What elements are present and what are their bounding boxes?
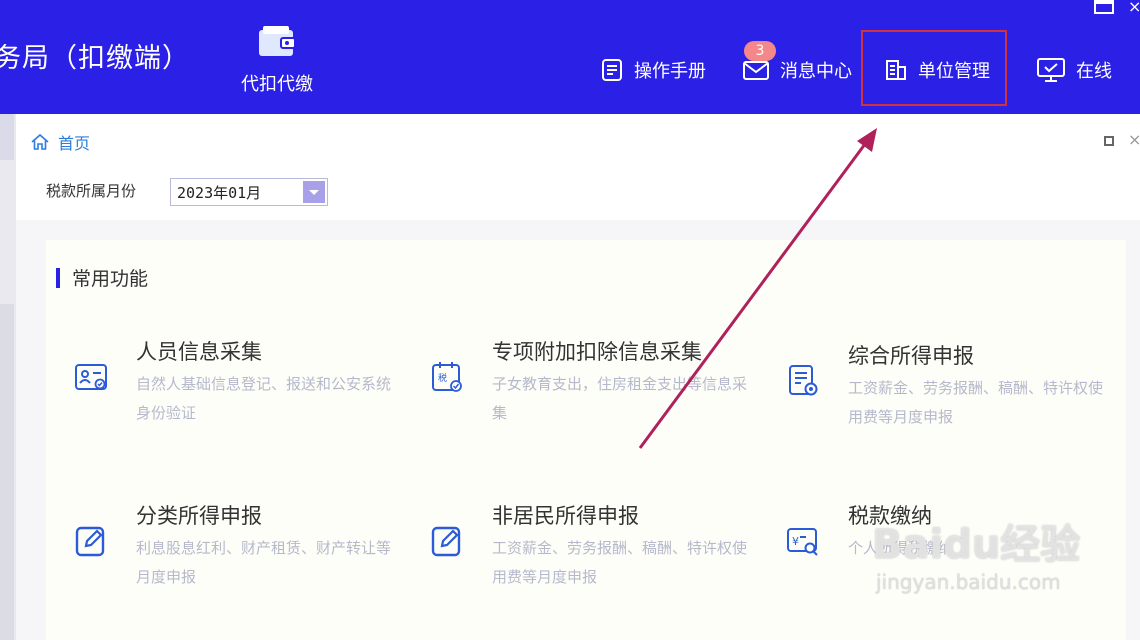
- document-check-icon: [789, 365, 818, 396]
- tab-home-label: 首页: [58, 134, 91, 153]
- card-desc: 工资薪金、劳务报酬、稿酬、特许权使用费等月度申报: [492, 539, 748, 586]
- manual-icon: [602, 59, 622, 81]
- left-strip-top: [0, 114, 14, 160]
- message-count-badge: 3: [744, 41, 776, 61]
- card-desc: 利息股息红利、财产租赁、财产转让等月度申报: [136, 539, 392, 586]
- tab-bar: 首页 ×: [16, 114, 1140, 170]
- tab-close-button[interactable]: ×: [1128, 130, 1140, 149]
- chevron-down-icon[interactable]: [303, 181, 325, 203]
- nav-manual-label: 操作手册: [634, 61, 706, 82]
- month-filter-row: 税款所属月份 2023年01月: [16, 170, 1140, 220]
- app-title: 务局（扣缴端）: [0, 43, 190, 74]
- card-title: 专项附加扣除信息采集: [492, 340, 702, 364]
- section-accent-bar: [56, 267, 60, 288]
- card-personnel-info[interactable]: 人员信息采集 自然人基础信息登记、报送和公安系统身份验证: [74, 336, 414, 436]
- nav-online-label: 在线: [1076, 61, 1112, 82]
- card-desc: 自然人基础信息登记、报送和公安系统身份验证: [136, 375, 392, 422]
- yuan-search-icon: ¥: [787, 528, 818, 556]
- section-title: 常用功能: [56, 264, 148, 291]
- card-title: 综合所得申报: [848, 344, 974, 368]
- person-id-icon: [75, 364, 107, 390]
- card-desc: 工资薪金、劳务报酬、稿酬、特许权使用费等月度申报: [848, 379, 1104, 426]
- agent-withholding-label: 代扣代缴: [241, 74, 313, 95]
- nav-message-label: 消息中心: [780, 61, 852, 82]
- watermark-main: Baidu经验: [872, 522, 1081, 568]
- tab-home[interactable]: 首页: [30, 130, 90, 154]
- app-header: 务局（扣缴端） 代扣代缴 操作手册 消息中心 3 单位管理 在线 ×: [0, 0, 1140, 114]
- nav-manual[interactable]: 操作手册: [600, 55, 706, 85]
- section-title-label: 常用功能: [72, 268, 149, 290]
- svg-text:¥: ¥: [792, 535, 799, 548]
- card-classified-income[interactable]: 分类所得申报 利息股息红利、财产租赁、财产转让等月度申报: [74, 500, 414, 600]
- edit-icon: [75, 526, 105, 557]
- month-select[interactable]: 2023年01月: [170, 178, 328, 206]
- window-close-button[interactable]: ×: [1128, 0, 1140, 16]
- card-title: 非居民所得申报: [492, 504, 639, 528]
- card-special-deduction[interactable]: 税 专项附加扣除信息采集 子女教育支出，住房租金支出等信息采集: [430, 336, 770, 436]
- monitor-check-icon: [1037, 58, 1065, 82]
- nav-online[interactable]: 在线: [1036, 55, 1112, 85]
- card-title: 人员信息采集: [136, 340, 262, 364]
- watermark: Baidu经验 jingyan.baidu.com: [872, 512, 1080, 594]
- agent-withholding-button[interactable]: 代扣代缴: [232, 24, 322, 96]
- mail-icon: [743, 61, 769, 80]
- tax-calendar-icon: 税: [432, 362, 462, 392]
- wallet-icon: [259, 26, 296, 56]
- home-icon: [31, 133, 49, 150]
- highlight-box: [861, 30, 1007, 106]
- tab-maximize-button[interactable]: [1104, 136, 1114, 146]
- card-title: 分类所得申报: [136, 504, 262, 528]
- month-label: 税款所属月份: [46, 182, 137, 200]
- card-desc: 子女教育支出，住房租金支出等信息采集: [492, 375, 748, 422]
- month-select-value: 2023年01月: [177, 184, 262, 202]
- card-nonresident-income[interactable]: 非居民所得申报 工资薪金、劳务报酬、稿酬、特许权使用费等月度申报: [430, 500, 770, 600]
- card-comprehensive-income[interactable]: 综合所得申报 工资薪金、劳务报酬、稿酬、特许权使用费等月度申报: [786, 340, 1126, 440]
- scrollbar-thumb[interactable]: [0, 304, 14, 640]
- window-maximize-button[interactable]: [1094, 0, 1114, 14]
- svg-text:税: 税: [438, 372, 447, 384]
- left-scrollbar[interactable]: [0, 114, 16, 640]
- watermark-sub: jingyan.baidu.com: [876, 570, 1061, 594]
- edit-icon: [431, 526, 461, 557]
